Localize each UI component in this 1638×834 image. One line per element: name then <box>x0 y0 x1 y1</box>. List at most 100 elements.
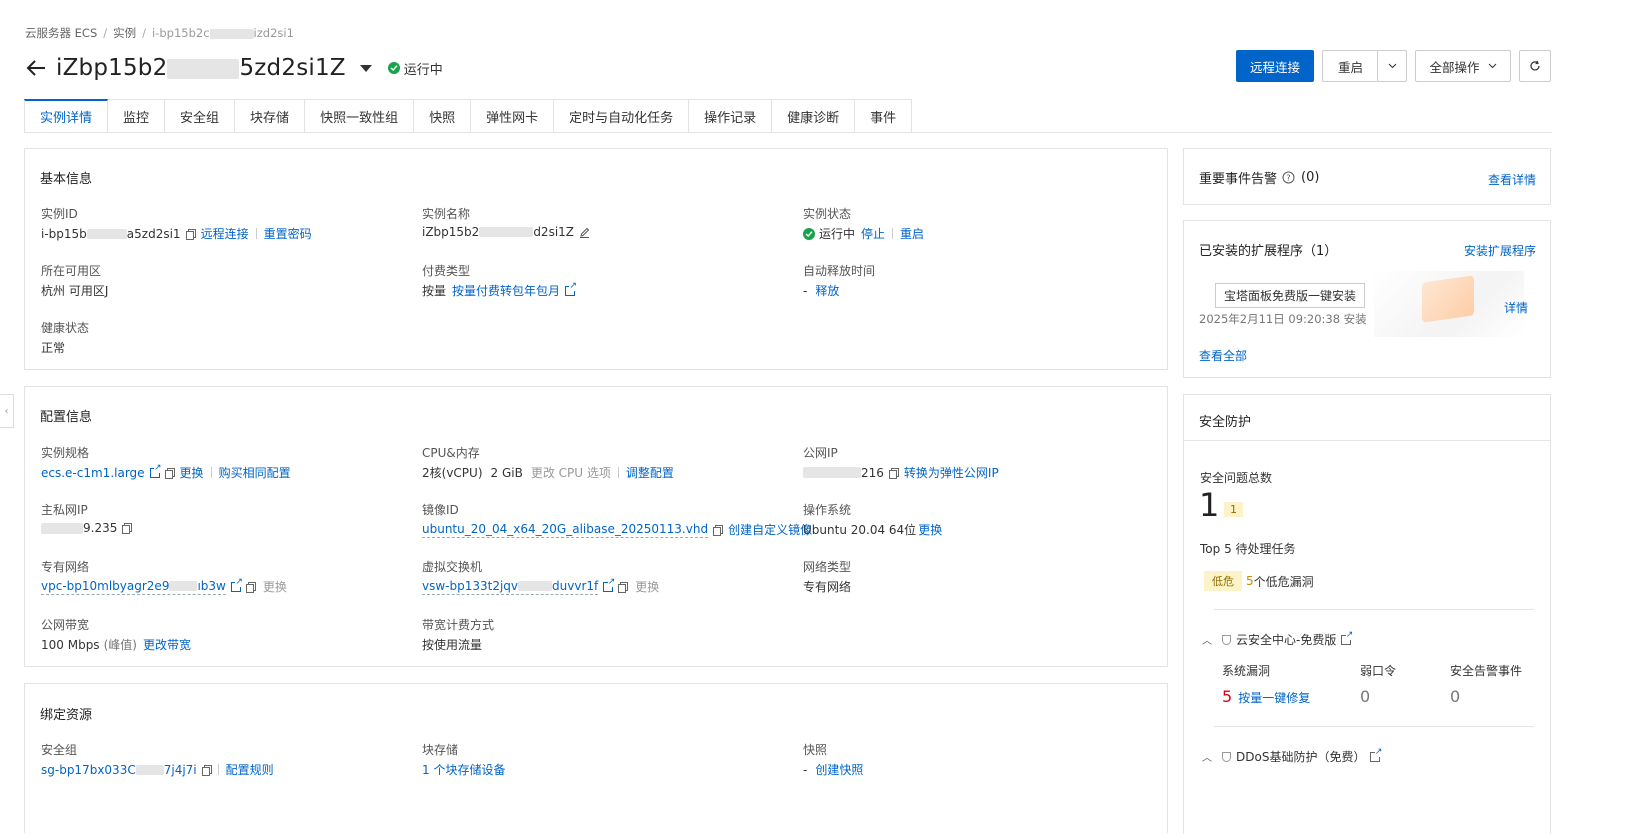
status-badge: 运行中 <box>387 59 443 78</box>
tab-monitoring[interactable]: 监控 <box>108 99 166 133</box>
breadcrumb-ecs[interactable]: 云服务器 ECS <box>25 25 97 41</box>
refresh-button[interactable] <box>1519 50 1551 82</box>
copy-icon[interactable] <box>201 764 212 776</box>
release-link[interactable]: 释放 <box>815 282 839 299</box>
external-link-icon[interactable] <box>149 462 162 478</box>
public-ip-value: 216 转换为弹性公网IP <box>803 464 999 481</box>
os-change-link[interactable]: 更换 <box>918 521 942 538</box>
help-icon[interactable]: ? <box>1282 171 1295 184</box>
vpc-link[interactable]: vpc-bp10mlbyagr2e9 ıb3w <box>41 579 226 595</box>
important-events-title: 重要事件告警 ? (0) <box>1199 170 1320 187</box>
back-arrow-icon[interactable] <box>24 56 48 80</box>
restart-link[interactable]: 重启 <box>900 225 924 242</box>
reset-password-link[interactable]: 重置密码 <box>264 225 312 242</box>
tab-instance-details[interactable]: 实例详情 <box>24 99 109 133</box>
page-header: iZbp15b2 5zd2si1Z 运行中 <box>24 55 443 81</box>
security-total-badge: 1 <box>1224 502 1243 517</box>
private-ip-label: 主私网IP <box>41 503 88 517</box>
divider <box>1184 440 1550 441</box>
security-group-value: sg-bp17bx033C 7j4j7i 配置规则 <box>41 761 274 778</box>
copy-icon[interactable] <box>888 467 899 479</box>
check-circle-icon <box>803 227 815 240</box>
spec-change-link[interactable]: 更换 <box>180 464 204 481</box>
tab-events[interactable]: 事件 <box>855 99 913 133</box>
security-card: 安全防护 安全问题总数 1 1 Top 5 待处理任务 低危 5 个低危漏洞 <box>1183 394 1551 834</box>
remote-connect-link[interactable]: 远程连接 <box>201 225 249 242</box>
restart-button[interactable]: 重启 <box>1322 50 1378 82</box>
external-link-icon[interactable] <box>1341 629 1354 645</box>
install-extension-link[interactable]: 安装扩展程序 <box>1464 242 1536 259</box>
security-title: 安全防护 <box>1199 415 1252 430</box>
security-center-header[interactable]: ︿ 云安全中心-免费版 <box>1202 629 1354 648</box>
external-link-icon[interactable] <box>1370 746 1383 762</box>
view-details-link[interactable]: 查看详情 <box>1488 171 1536 188</box>
auto-release-label: 自动释放时间 <box>803 264 876 278</box>
security-group-link[interactable]: sg-bp17bx033C 7j4j7i <box>41 763 197 777</box>
extension-detail-link[interactable]: 详情 <box>1504 299 1528 316</box>
important-events-card: 重要事件告警 ? (0) 查看详情 <box>1183 148 1551 205</box>
shield-icon <box>1222 751 1231 762</box>
tab-security-group[interactable]: 安全组 <box>165 99 236 133</box>
external-link-icon[interactable] <box>603 576 616 592</box>
basic-info-card: 基本信息 实例ID i-bp15b a5zd2si1 远程连接 重置密码 实例名称… <box>24 148 1168 370</box>
ddos-header[interactable]: ︿ DDoS基础防护（免费） <box>1202 746 1383 765</box>
copy-icon[interactable] <box>245 581 256 593</box>
spec-link[interactable]: ecs.e-c1m1.large <box>41 466 145 480</box>
divider <box>617 467 619 478</box>
tab-snapshots[interactable]: 快照 <box>414 99 472 133</box>
image-id-link[interactable]: ubuntu_20_04_x64_20G_alibase_20250113.vh… <box>422 522 709 538</box>
spec-value: ecs.e-c1m1.large 更换 购买相同配置 <box>41 462 291 481</box>
convert-subscription-link[interactable]: 按量付费转包年包月 <box>452 282 560 299</box>
view-all-link[interactable]: 查看全部 <box>1199 347 1247 364</box>
config-rules-link[interactable]: 配置规则 <box>226 761 274 778</box>
image-id-value: ubuntu_20_04_x64_20G_alibase_20250113.vh… <box>422 521 812 538</box>
adjust-config-link[interactable]: 调整配置 <box>626 464 674 481</box>
tab-scheduled-tasks[interactable]: 定时与自动化任务 <box>554 99 690 133</box>
config-info-card: 配置信息 实例规格 ecs.e-c1m1.large 更换 购买相同配置 CPU… <box>24 386 1168 667</box>
breadcrumb-sep: / <box>103 26 108 40</box>
chevron-down-icon[interactable] <box>359 64 372 72</box>
extension-tag[interactable]: 宝塔面板免费版一键安装 <box>1215 283 1366 308</box>
breadcrumb-instances[interactable]: 实例 <box>113 25 136 41</box>
vpc-change: 更换 <box>262 580 287 594</box>
remote-connect-button[interactable]: 远程连接 <box>1236 50 1314 82</box>
stop-link[interactable]: 停止 <box>861 225 885 242</box>
convert-eip-link[interactable]: 转换为弹性公网IP <box>904 464 999 481</box>
tab-block-storage[interactable]: 块存储 <box>235 99 306 133</box>
card-title: 绑定资源 <box>40 708 93 723</box>
external-link-icon[interactable] <box>230 576 243 592</box>
all-actions-button[interactable]: 全部操作 <box>1415 50 1511 82</box>
top5-label: Top 5 待处理任务 <box>1200 542 1296 556</box>
copy-icon[interactable] <box>713 524 724 536</box>
change-bandwidth-link[interactable]: 更改带宽 <box>143 636 191 653</box>
vswitch-label: 虚拟交换机 <box>422 560 483 574</box>
copy-icon[interactable] <box>618 581 629 593</box>
vswitch-link[interactable]: vsw-bp133t2jqv duvvr1f <box>422 579 599 595</box>
chevron-up-icon: ︿ <box>1202 753 1212 764</box>
edit-icon[interactable] <box>579 227 590 238</box>
external-link-icon[interactable] <box>565 280 578 296</box>
create-snapshot-link[interactable]: 创建快照 <box>815 761 863 778</box>
one-click-fix-link[interactable]: 按量一键修复 <box>1238 689 1310 706</box>
copy-icon[interactable] <box>164 467 175 479</box>
collapse-handle[interactable]: ‹ <box>0 394 14 428</box>
tab-snapshot-consistency-group[interactable]: 快照一致性组 <box>305 99 415 133</box>
buy-same-link[interactable]: 购买相同配置 <box>219 464 291 481</box>
instance-name-label: 实例名称 <box>422 207 471 221</box>
auto-release-value: - 释放 <box>803 282 840 299</box>
tab-eni[interactable]: 弹性网卡 <box>471 99 555 133</box>
zone-label: 所在可用区 <box>41 264 102 278</box>
breadcrumb-current: i-bp15b2c izd2si1 <box>152 26 294 40</box>
tab-operation-logs[interactable]: 操作记录 <box>689 99 773 133</box>
bandwidth-value: 100 Mbps (峰值) 更改带宽 <box>41 636 191 653</box>
col-alerts-label: 安全告警事件 <box>1450 664 1523 678</box>
image-id-label: 镜像ID <box>422 503 459 517</box>
tab-health-diagnosis[interactable]: 健康诊断 <box>772 99 856 133</box>
create-image-link[interactable]: 创建自定义镜像 <box>728 521 812 538</box>
block-storage-link[interactable]: 1 个块存储设备 <box>422 761 505 778</box>
os-value: Ubuntu 20.04 64位 更换 <box>803 521 943 538</box>
copy-icon[interactable] <box>185 228 196 240</box>
copy-icon[interactable] <box>122 523 133 534</box>
svg-text:?: ? <box>1286 174 1290 183</box>
restart-dropdown-button[interactable] <box>1377 50 1407 82</box>
